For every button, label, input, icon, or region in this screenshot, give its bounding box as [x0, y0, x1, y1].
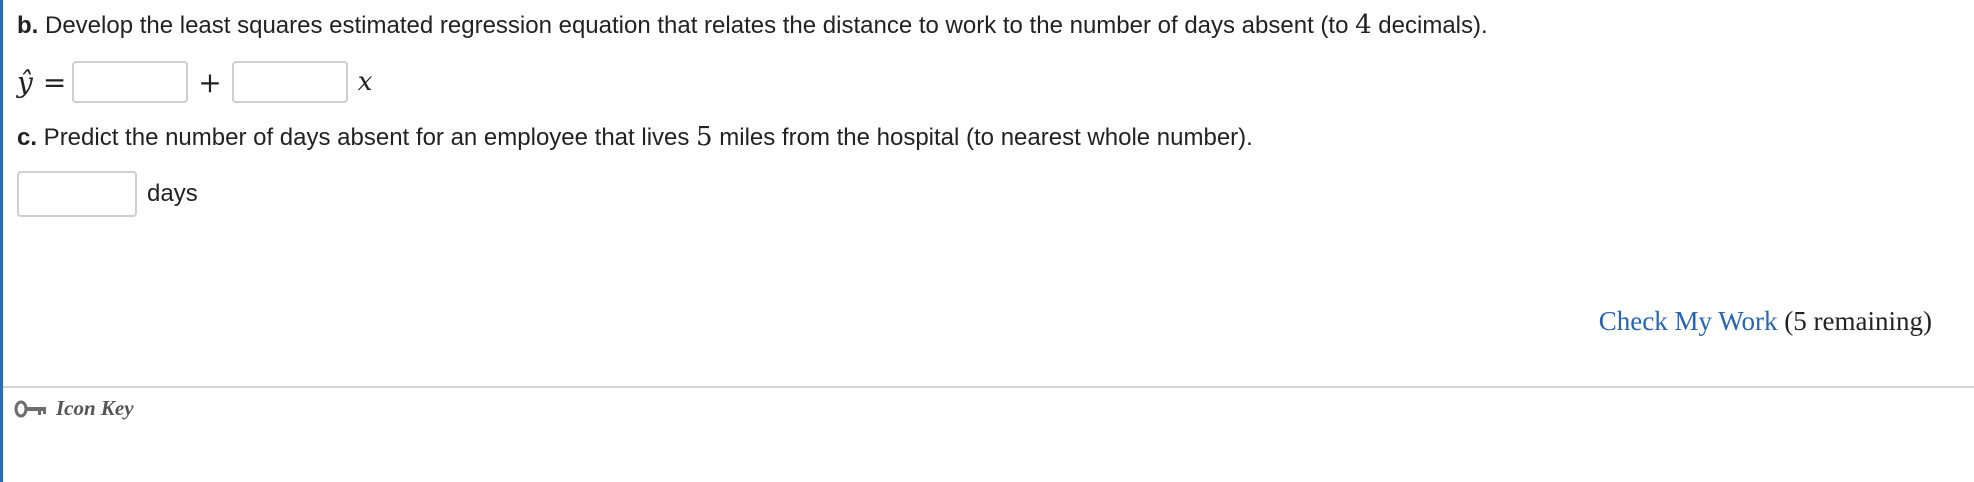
intercept-input[interactable] — [72, 61, 189, 103]
part-b-letter: b. — [17, 12, 39, 39]
key-icon — [14, 400, 46, 417]
footer-divider — [3, 386, 1974, 388]
x-variable: x — [357, 67, 373, 97]
attempts-remaining: (5 remaining) — [1784, 306, 1932, 336]
regression-equation-row: ŷ = + x — [17, 58, 372, 106]
part-c-text-after: miles from the hospital (to nearest whol… — [712, 124, 1253, 151]
part-c-miles: 5 — [696, 122, 713, 152]
days-input[interactable] — [17, 171, 137, 217]
y-hat-symbol: ŷ — [17, 65, 33, 99]
plus-sign: + — [198, 65, 222, 99]
part-c-text-before: Predict the number of days absent for an… — [37, 124, 697, 151]
days-unit-label: days — [147, 180, 198, 207]
icon-key-button[interactable]: Icon Key — [14, 396, 134, 421]
icon-key-label: Icon Key — [56, 396, 134, 420]
left-accent-border — [0, 0, 3, 482]
slope-input[interactable] — [231, 61, 348, 103]
question-part-b: b. Develop the least squares estimated r… — [17, 10, 1488, 41]
equals-sign: = — [42, 65, 67, 99]
part-b-decimals: 4 — [1355, 10, 1372, 40]
part-b-text-before: Develop the least squares estimated regr… — [38, 12, 1356, 39]
check-my-work-link[interactable]: Check My Work — [1599, 306, 1778, 336]
days-answer-row: days — [17, 170, 198, 218]
part-c-letter: c. — [17, 124, 38, 151]
part-b-text-after: decimals). — [1371, 12, 1488, 39]
question-part-c: c. Predict the number of days absent for… — [17, 122, 1253, 153]
check-my-work-row: Check My Work (5 remaining) — [1599, 306, 1932, 337]
